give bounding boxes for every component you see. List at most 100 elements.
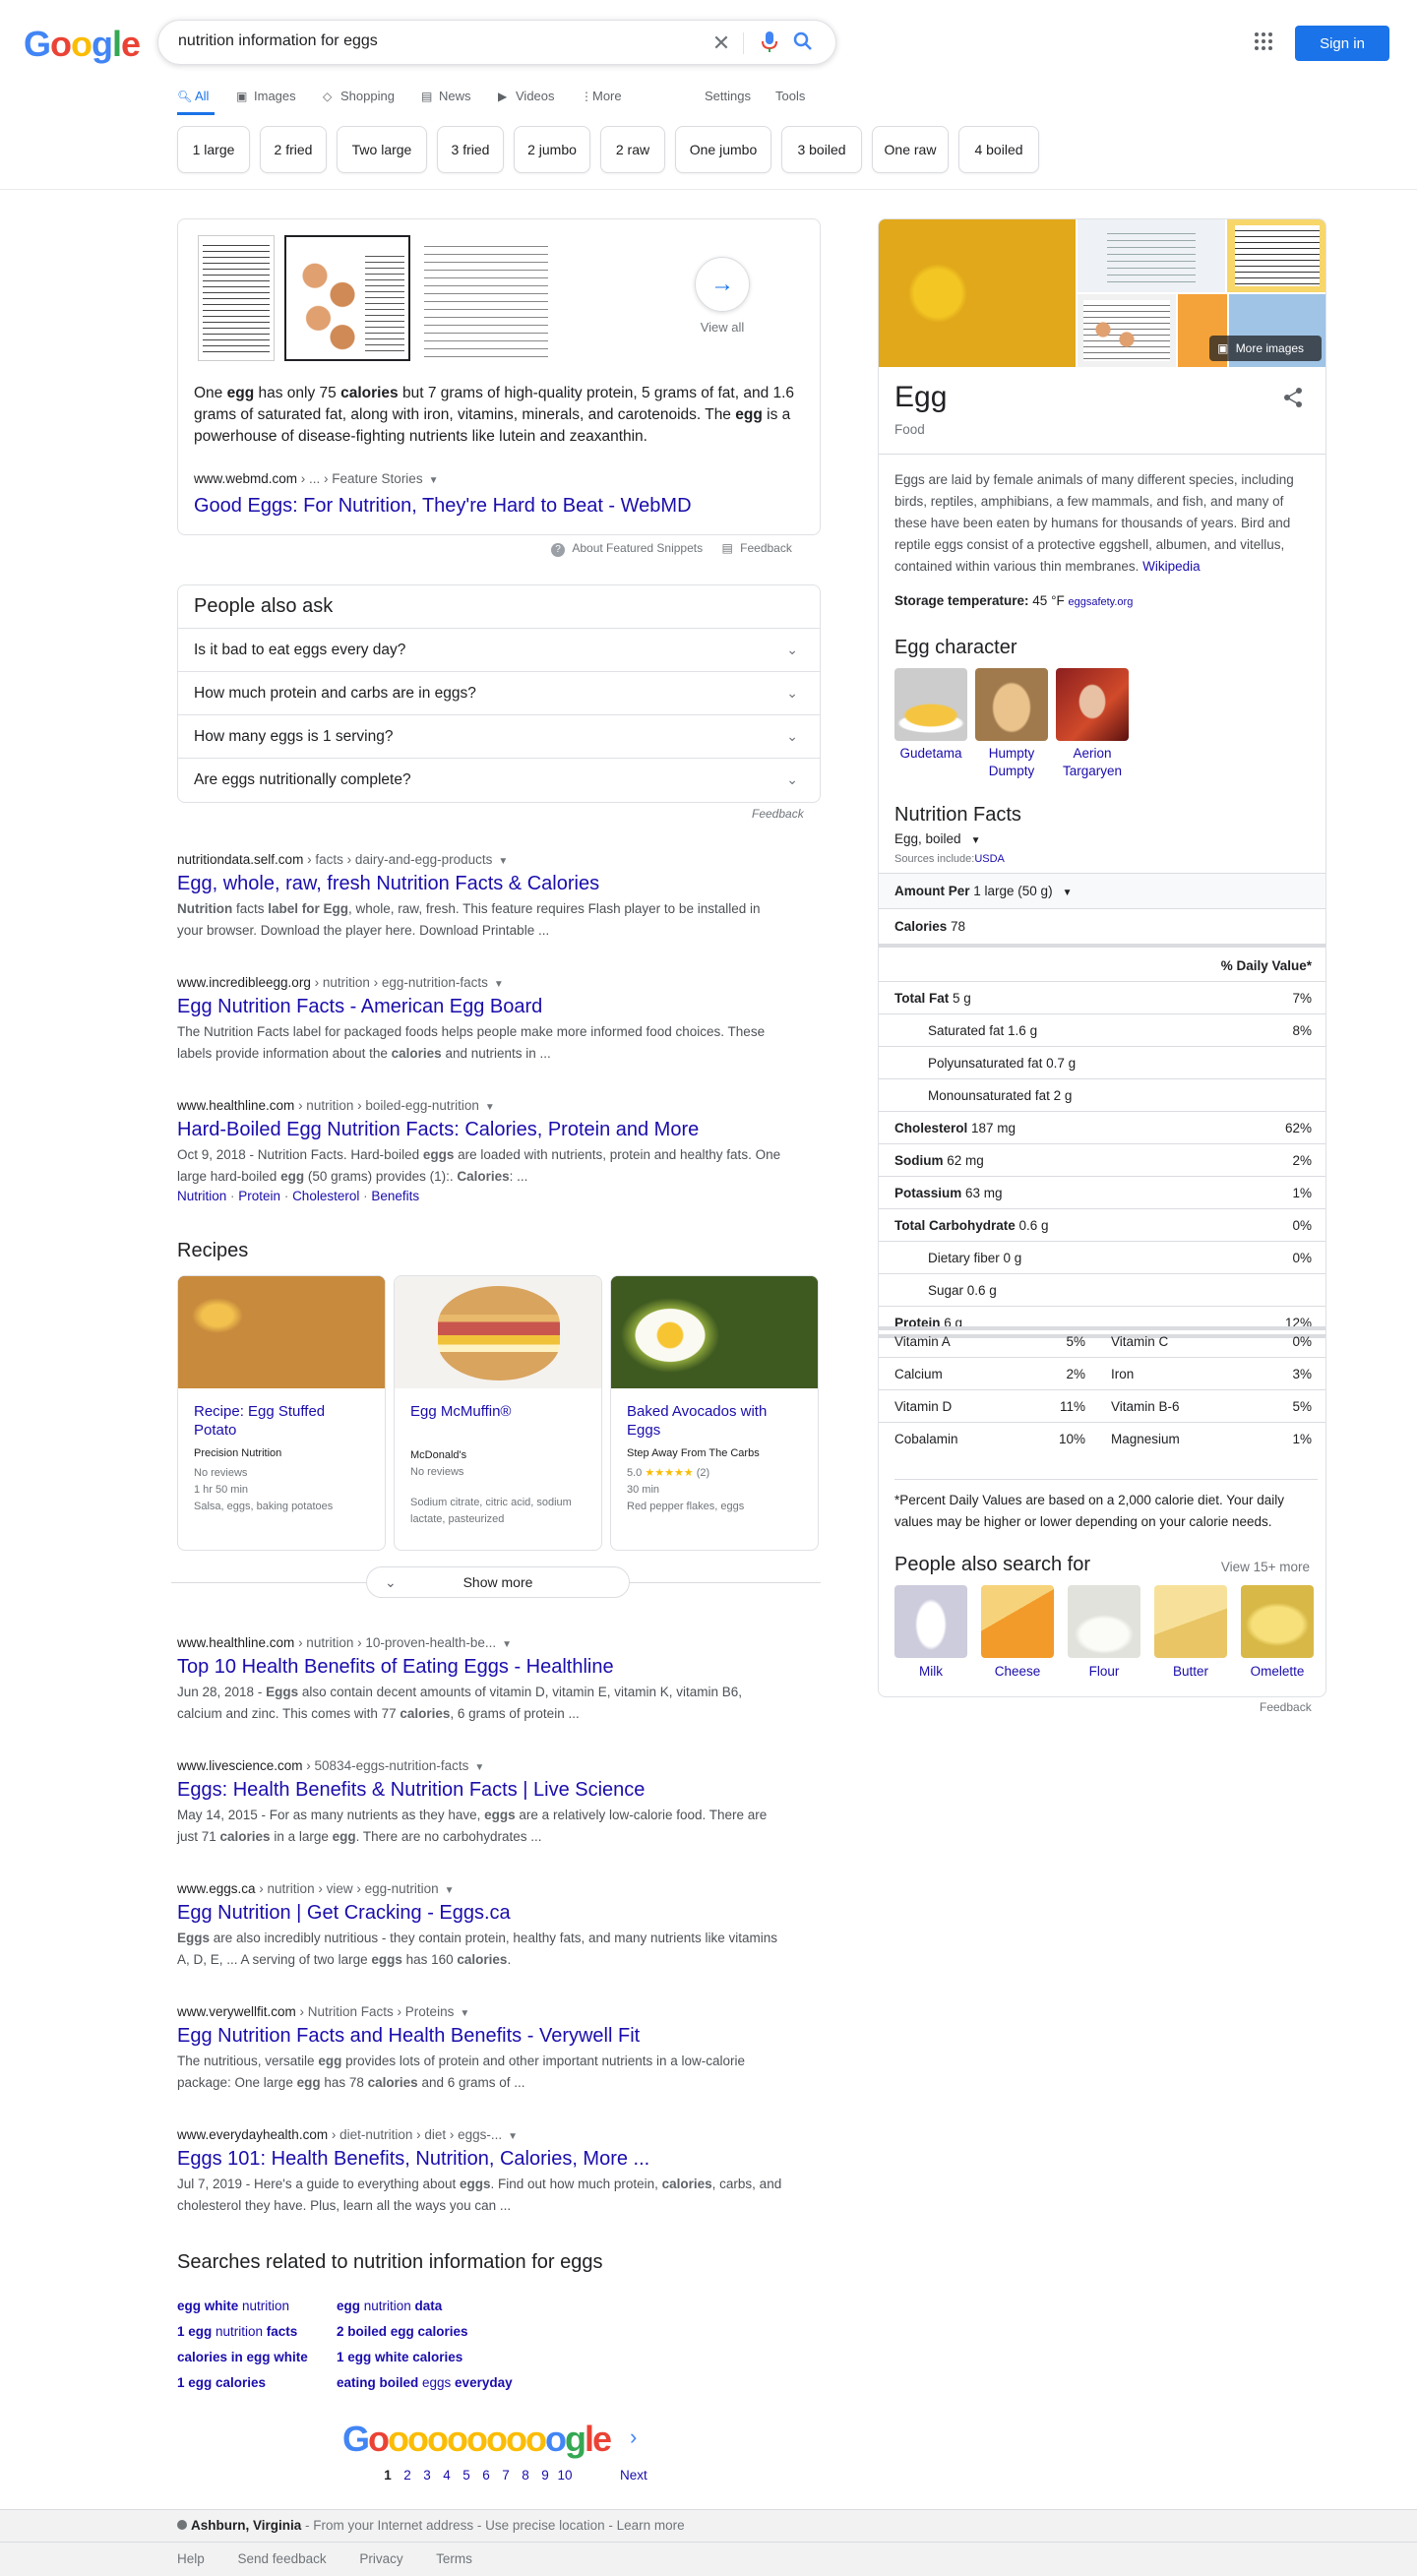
refinement-chip[interactable]: 2 jumbo [514,126,590,173]
tab-news[interactable]: ▤ News [421,89,471,103]
tab-images[interactable]: ▣ Images [236,89,296,103]
refinement-chip[interactable]: 2 raw [600,126,665,173]
related-search-link[interactable]: 1 egg calories [177,2375,266,2390]
storage-source-link[interactable]: eggsafety.org [1068,596,1133,608]
result-title-link[interactable]: Eggs: Health Benefits & Nutrition Facts … [177,1777,787,1803]
refinement-chip[interactable]: 3 fried [437,126,504,173]
paa-question[interactable]: How much protein and carbs are in eggs? ⌄ [178,672,820,715]
related-search-link[interactable]: 2 boiled egg calories [337,2324,468,2339]
variant-select[interactable]: Egg, boiled ▼ [894,831,980,846]
apps-grid-icon[interactable] [1252,30,1275,53]
related-search-link[interactable]: egg white nutrition [177,2299,289,2313]
amount-per-row[interactable]: Amount Per 1 large (50 g) ▼ [879,873,1325,908]
clear-icon[interactable]: ✕ [709,31,733,55]
share-icon[interactable] [1282,387,1304,408]
page-number-link[interactable]: 2 [398,2468,417,2483]
result-title-link[interactable]: Egg Nutrition Facts and Health Benefits … [177,2023,787,2049]
result-title-link[interactable]: Egg Nutrition | Get Cracking - Eggs.ca [177,1900,787,1926]
about-featured-snippets-link[interactable]: About Featured Snippets [572,541,703,555]
caret-down-icon[interactable]: ▼ [494,979,504,990]
show-more-button[interactable]: ⌄ Show more [366,1566,630,1598]
tab-all[interactable]: 🔍︎ All [177,89,209,103]
google-logo[interactable]: Google [24,24,141,65]
view-more-link[interactable]: View 15+ more [1221,1560,1310,1574]
snippet-title-link[interactable]: Good Eggs: For Nutrition, They're Hard t… [194,493,692,519]
caret-down-icon[interactable]: ▼ [485,1102,495,1113]
paa-question[interactable]: Is it bad to eat eggs every day? ⌄ [178,629,820,672]
search-icon[interactable] [791,31,815,55]
related-search-link[interactable]: egg nutrition data [337,2299,442,2313]
page-number-link[interactable]: 7 [496,2468,516,2483]
paa-feedback-link[interactable]: Feedback [752,807,804,821]
kp-image[interactable] [1078,294,1176,367]
result-title-link[interactable]: Hard-Boiled Egg Nutrition Facts: Calorie… [177,1117,787,1142]
snippet-image[interactable] [284,235,410,361]
send-feedback-link[interactable]: Send feedback [238,2551,327,2566]
help-link[interactable]: Help [177,2551,205,2566]
tab-shopping[interactable]: ◇ Shopping [323,89,395,103]
feedback-link[interactable]: Feedback [740,541,792,555]
related-search-link[interactable]: eating boiled eggs everyday [337,2375,513,2390]
caret-down-icon[interactable]: ▼ [429,475,439,486]
sign-in-button[interactable]: Sign in [1295,26,1389,61]
result-title-link[interactable]: Top 10 Health Benefits of Eating Eggs - … [177,1654,787,1680]
privacy-link[interactable]: Privacy [359,2551,402,2566]
related-search-link[interactable]: calories in egg white [177,2350,308,2364]
page-number-link[interactable]: 8 [516,2468,535,2483]
related-entity[interactable]: Flour [1068,1585,1140,1679]
chevron-right-icon[interactable]: › [630,2424,637,2450]
recipe-card[interactable]: Recipe: Egg Stuffed Potato Precision Nut… [177,1275,386,1551]
caret-down-icon[interactable]: ▼ [445,1885,455,1896]
result-title-link[interactable]: Eggs 101: Health Benefits, Nutrition, Ca… [177,2146,787,2172]
search-input[interactable] [178,32,670,50]
page-number-link[interactable]: 10 [555,2468,575,2483]
related-entity[interactable]: Omelette [1241,1585,1314,1679]
related-entity[interactable]: Cheese [981,1585,1054,1679]
snippet-image[interactable] [198,235,275,361]
caret-down-icon[interactable]: ▼ [498,856,508,867]
sitelink[interactable]: Nutrition [177,1189,226,1203]
tab-settings[interactable]: Settings [705,89,751,103]
caret-down-icon[interactable]: ▼ [502,1639,512,1650]
paa-question[interactable]: How many eggs is 1 serving? ⌄ [178,715,820,759]
terms-link[interactable]: Terms [436,2551,472,2566]
refinement-chip[interactable]: 1 large [177,126,250,173]
sitelink[interactable]: Protein [238,1189,280,1203]
related-entity[interactable]: Milk [894,1585,967,1679]
snippet-image[interactable] [420,235,552,361]
refinement-chip[interactable]: Two large [337,126,427,173]
page-number-link[interactable]: 4 [437,2468,457,2483]
character-item[interactable]: Aerion Targaryen [1056,668,1129,780]
refinement-chip[interactable]: One raw [872,126,949,173]
recipe-card[interactable]: Egg McMuffin® McDonald's No reviews Sodi… [394,1275,602,1551]
kp-image[interactable] [1078,219,1225,292]
next-page-link[interactable]: Next [620,2468,647,2483]
caret-down-icon[interactable]: ▼ [508,2131,518,2142]
tab-tools[interactable]: Tools [775,89,805,103]
character-item[interactable]: Gudetama [894,668,967,763]
kp-feedback-link[interactable]: Feedback [1260,1700,1312,1714]
related-search-link[interactable]: 1 egg white calories [337,2350,462,2364]
tab-videos[interactable]: ▶ Videos [498,89,555,103]
caret-down-icon[interactable]: ▼ [460,2008,469,2019]
kp-image[interactable] [1227,219,1325,292]
refinement-chip[interactable]: 3 boiled [781,126,862,173]
page-number-link[interactable]: 5 [457,2468,476,2483]
page-number-link[interactable]: 6 [476,2468,496,2483]
view-all-images[interactable]: → View all [678,257,767,335]
microphone-icon[interactable] [758,31,781,55]
result-title-link[interactable]: Egg, whole, raw, fresh Nutrition Facts &… [177,871,787,896]
page-number-link[interactable]: 3 [417,2468,437,2483]
sitelink[interactable]: Cholesterol [292,1189,359,1203]
paa-question[interactable]: Are eggs nutritionally complete? ⌄ [178,759,820,802]
wikipedia-link[interactable]: Wikipedia [1142,559,1201,574]
character-item[interactable]: Humpty Dumpty [975,668,1048,780]
page-number-link[interactable]: 9 [535,2468,555,2483]
usda-link[interactable]: USDA [974,853,1005,865]
recipe-card[interactable]: Baked Avocados with Eggs Step Away From … [610,1275,819,1551]
refinement-chip[interactable]: 2 fried [260,126,327,173]
tab-more[interactable]: ⋮More [581,89,622,103]
sitelink[interactable]: Benefits [371,1189,419,1203]
related-search-link[interactable]: 1 egg nutrition facts [177,2324,297,2339]
more-images-button[interactable]: ▣ More images [1209,336,1322,361]
